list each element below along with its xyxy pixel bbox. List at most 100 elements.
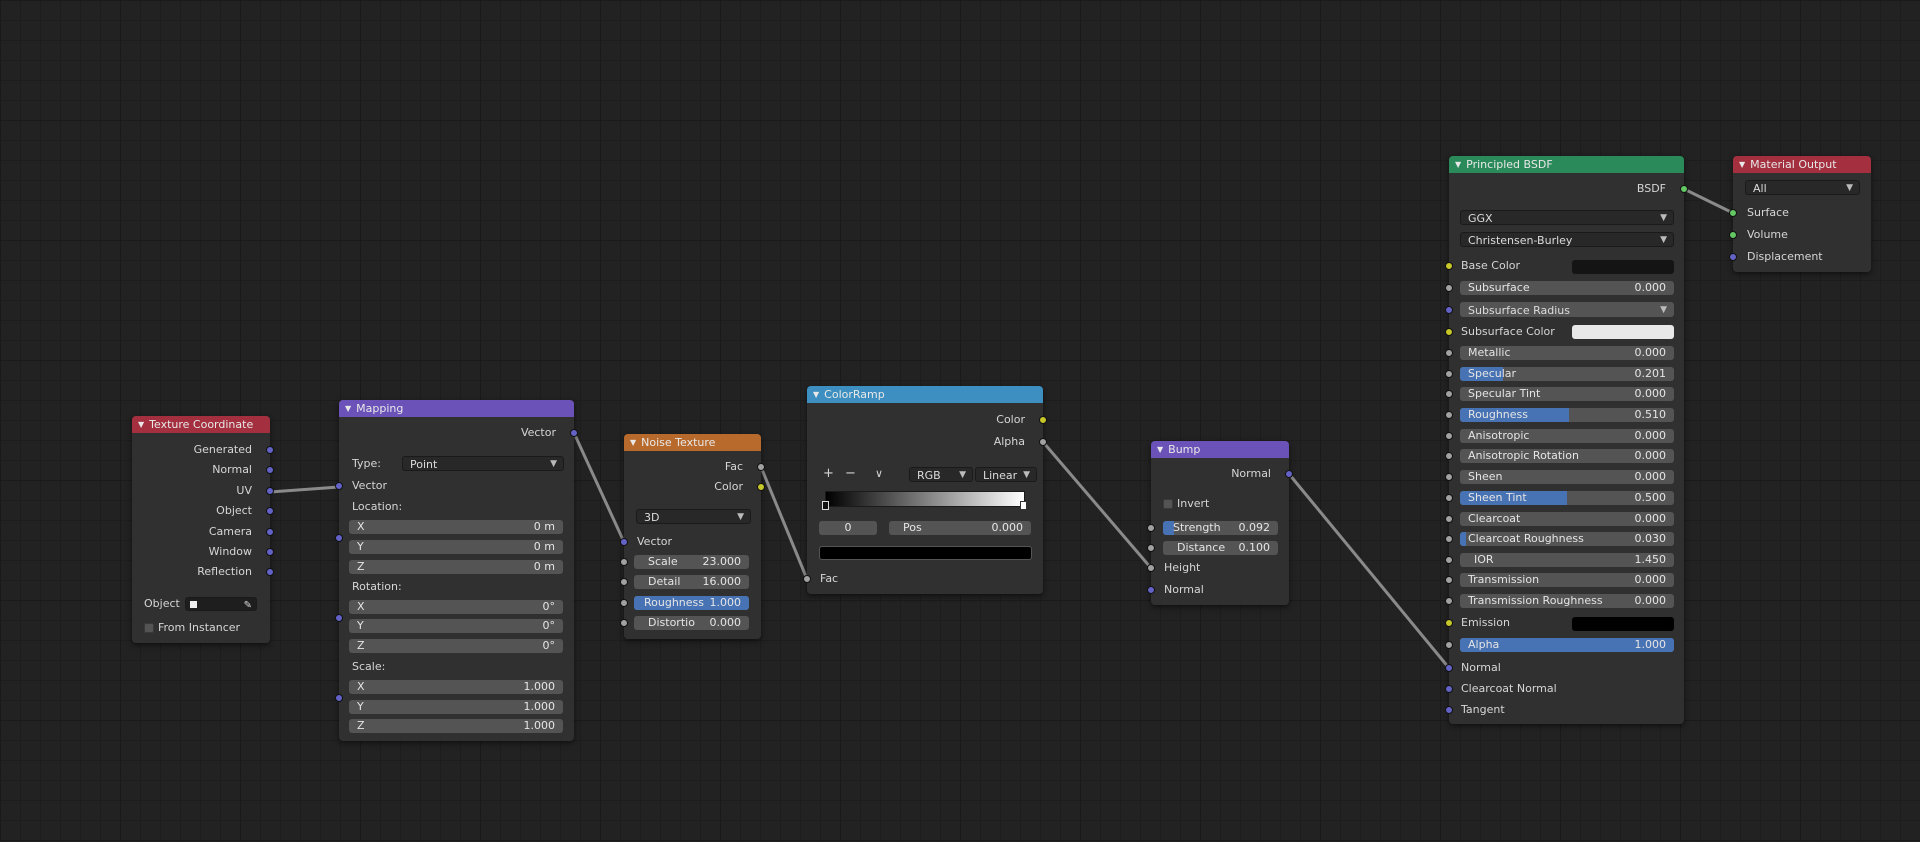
node-header[interactable]: ▼ Bump (1151, 441, 1289, 458)
subsurface-color-swatch[interactable] (1572, 325, 1674, 339)
socket-camera[interactable] (266, 528, 274, 536)
socket-normal-in[interactable] (1445, 664, 1453, 672)
socket-alpha[interactable] (1445, 641, 1453, 649)
collapse-triangle-icon[interactable]: ▼ (1157, 441, 1163, 458)
socket-vector-in[interactable] (620, 538, 628, 546)
node-header[interactable]: ▼ Principled BSDF (1449, 156, 1684, 173)
socket-object[interactable] (266, 507, 274, 515)
socket-tangent-in[interactable] (1445, 706, 1453, 714)
subsurface-field[interactable]: Subsurface 0.000 (1460, 281, 1674, 295)
socket-anisotropic-rotation[interactable] (1445, 452, 1453, 460)
socket-generated[interactable] (266, 446, 274, 454)
socket-surface-in[interactable] (1729, 209, 1737, 217)
specular-field[interactable]: Specular 0.201 (1460, 367, 1674, 381)
node-material-output[interactable]: ▼ Material Output All ▼ Surface Volume Dis… (1729, 156, 1871, 272)
invert-checkbox[interactable] (1163, 499, 1173, 509)
socket-clearcoat-normal-in[interactable] (1445, 685, 1453, 693)
stop-index-field[interactable]: 0 (819, 521, 877, 535)
collapse-triangle-icon[interactable]: ▼ (1455, 156, 1461, 173)
socket-bsdf-out[interactable] (1680, 185, 1688, 193)
socket-color-out[interactable] (1039, 416, 1047, 424)
socket-subsurface-color[interactable] (1445, 328, 1453, 336)
node-header[interactable]: ▼ Material Output (1733, 156, 1871, 173)
socket-color-out[interactable] (757, 483, 765, 491)
socket-fac-in[interactable] (803, 575, 811, 583)
link-mapping-to-noise[interactable] (572, 431, 626, 544)
roughness-field[interactable]: Roughness 0.510 (1460, 408, 1674, 422)
eyedropper-icon[interactable]: ✎ (244, 598, 252, 613)
link-noise-to-colorramp[interactable] (759, 465, 809, 581)
scale-z-field[interactable]: Z 1.000 (349, 719, 563, 733)
interpolation-select[interactable]: Linear ▼ (975, 467, 1037, 482)
node-header[interactable]: ▼ ColorRamp (807, 386, 1043, 403)
socket-clearcoat-roughness[interactable] (1445, 535, 1453, 543)
link-colorramp-to-bump[interactable] (1041, 440, 1153, 570)
socket-normal[interactable] (266, 466, 274, 474)
socket-reflection[interactable] (266, 568, 274, 576)
rotation-y-field[interactable]: Y 0° (349, 619, 563, 633)
node-texture-coordinate[interactable]: ▼ Texture Coordinate Generated Normal UV … (132, 416, 274, 643)
clearcoat-roughness-field[interactable]: Clearcoat Roughness 0.030 (1460, 532, 1674, 546)
distance-field[interactable]: Distance 0.100 (1163, 541, 1278, 555)
gradient-bar[interactable] (825, 491, 1025, 507)
socket-distortion-in[interactable] (620, 619, 628, 627)
socket-normal-in[interactable] (1147, 586, 1155, 594)
stop-color-swatch[interactable] (819, 546, 1032, 560)
node-header[interactable]: ▼ Noise Texture (624, 434, 761, 451)
node-header[interactable]: ▼ Mapping (339, 400, 574, 417)
subsurface-method-select[interactable]: Christensen-Burley ▼ (1460, 232, 1674, 247)
node-bump[interactable]: ▼ Bump Normal Invert Strength 0.092 Distan… (1147, 441, 1293, 605)
anisotropic-rotation-field[interactable]: Anisotropic Rotation 0.000 (1460, 449, 1674, 463)
socket-uv[interactable] (266, 487, 274, 495)
node-principled-bsdf[interactable]: ▼ Principled BSDF BSDF GGX ▼ Christensen-B… (1445, 156, 1688, 724)
socket-sheen[interactable] (1445, 473, 1453, 481)
detail-field[interactable]: Detail 16.000 (634, 575, 749, 589)
socket-normal-out[interactable] (1285, 470, 1293, 478)
socket-subsurface-radius[interactable] (1445, 306, 1453, 314)
link-bump-to-principled[interactable] (1287, 472, 1451, 670)
collapse-triangle-icon[interactable]: ▼ (345, 400, 351, 417)
socket-vector-in[interactable] (335, 482, 343, 490)
collapse-triangle-icon[interactable]: ▼ (630, 434, 636, 451)
collapse-triangle-icon[interactable]: ▼ (138, 416, 144, 433)
scale-field[interactable]: Scale 23.000 (634, 555, 749, 569)
socket-transmission-roughness[interactable] (1445, 597, 1453, 605)
socket-metallic[interactable] (1445, 349, 1453, 357)
type-select[interactable]: Point ▼ (402, 456, 564, 471)
socket-sheen-tint[interactable] (1445, 494, 1453, 502)
socket-ior[interactable] (1445, 556, 1453, 564)
stop-marker-left[interactable] (822, 501, 829, 510)
socket-base-color[interactable] (1445, 262, 1453, 270)
add-stop-button[interactable]: + (823, 466, 834, 482)
node-header[interactable]: ▼ Texture Coordinate (132, 416, 270, 433)
alpha-field[interactable]: Alpha 1.000 (1460, 638, 1674, 652)
socket-roughness-in[interactable] (620, 599, 628, 607)
node-noise-texture[interactable]: ▼ Noise Texture Fac Color 3D ▼ Vector Scal… (620, 434, 765, 639)
socket-fac-out[interactable] (757, 463, 765, 471)
subsurface-radius-select[interactable]: Subsurface Radius ▼ (1460, 302, 1674, 317)
socket-scale-in[interactable] (620, 558, 628, 566)
socket-vector-out[interactable] (570, 429, 578, 437)
socket-alpha-out[interactable] (1039, 438, 1047, 446)
stop-marker-right[interactable] (1020, 501, 1027, 510)
stop-pos-field[interactable]: Pos 0.000 (889, 521, 1031, 535)
transmission-field[interactable]: Transmission 0.000 (1460, 573, 1674, 587)
socket-volume-in[interactable] (1729, 231, 1737, 239)
specular-tint-field[interactable]: Specular Tint 0.000 (1460, 387, 1674, 401)
clearcoat-field[interactable]: Clearcoat 0.000 (1460, 512, 1674, 526)
rotation-x-field[interactable]: X 0° (349, 600, 563, 614)
sheen-tint-field[interactable]: Sheen Tint 0.500 (1460, 491, 1674, 505)
socket-roughness[interactable] (1445, 411, 1453, 419)
socket-specular[interactable] (1445, 370, 1453, 378)
scale-y-field[interactable]: Y 1.000 (349, 700, 563, 714)
dimensions-select[interactable]: 3D ▼ (636, 509, 751, 524)
location-y-field[interactable]: Y0 m (349, 540, 563, 554)
sheen-field[interactable]: Sheen 0.000 (1460, 470, 1674, 484)
socket-clearcoat[interactable] (1445, 515, 1453, 523)
color-mode-select[interactable]: RGB ▼ (909, 467, 973, 482)
base-color-swatch[interactable] (1572, 260, 1674, 274)
node-mapping[interactable]: ▼ Mapping Vector Type: Point ▼ Vector Loca… (335, 400, 578, 741)
metallic-field[interactable]: Metallic 0.000 (1460, 346, 1674, 360)
socket-scale-in[interactable] (335, 694, 343, 702)
remove-stop-button[interactable]: − (845, 466, 856, 482)
